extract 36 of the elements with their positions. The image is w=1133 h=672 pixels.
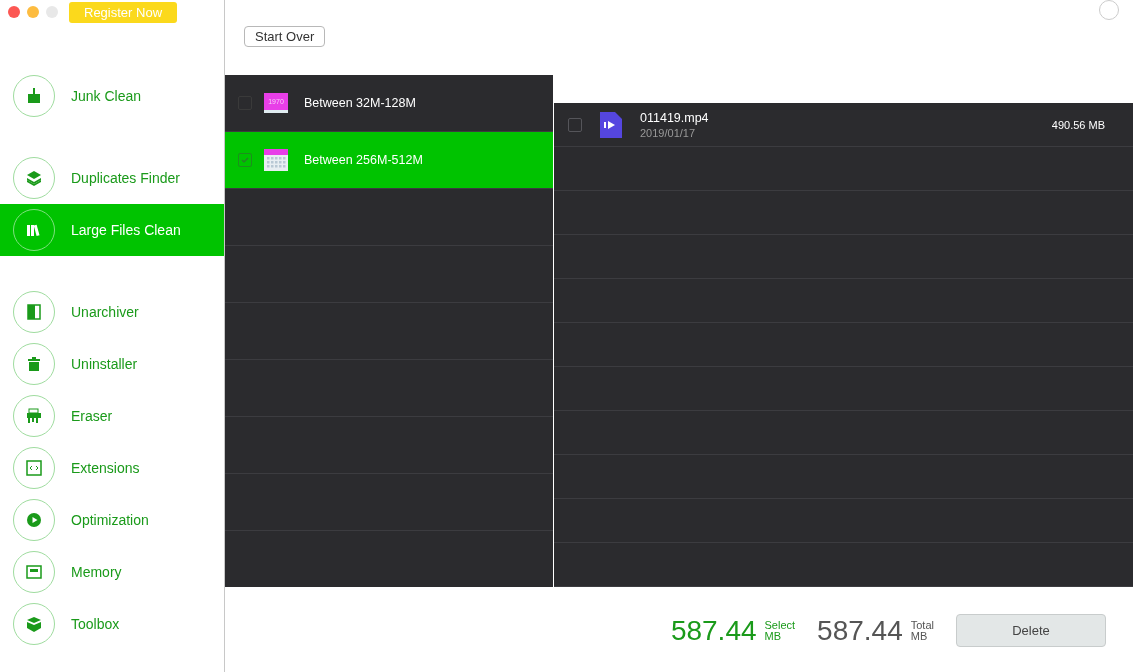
sidebar-item[interactable]: Junk Clean [0, 70, 224, 122]
shredder-icon [24, 406, 44, 426]
close-window-button[interactable] [8, 6, 20, 18]
video-file-icon [600, 111, 622, 138]
file-name: 011419.mp4 [640, 110, 710, 125]
code-window-icon [24, 458, 44, 478]
play-icon [24, 510, 44, 530]
sidebar-item[interactable]: Large Files Clean [0, 204, 224, 256]
file-date: 2019/01/17 [640, 126, 697, 139]
memory-chip-icon [24, 562, 44, 582]
total-size-value: 587.44 [817, 614, 903, 647]
sidebar-item[interactable]: Memory [0, 546, 224, 598]
box-icon [24, 614, 44, 634]
sidebar-item[interactable]: Uninstaller [0, 338, 224, 390]
door-icon [24, 302, 44, 322]
start-over-button[interactable]: Start Over [244, 26, 326, 47]
delete-button[interactable]: Delete [956, 614, 1106, 647]
calendar-icon [264, 149, 288, 171]
sidebar-item[interactable]: Eraser [0, 390, 224, 442]
total-unit: MB [910, 630, 929, 642]
checkbox[interactable] [238, 153, 252, 167]
checkbox[interactable] [568, 117, 582, 132]
selected-label: Select [764, 619, 796, 631]
file-size: 490.56 MB [1051, 118, 1105, 131]
selected-size-value: 587.44 [670, 614, 757, 647]
selected-unit: MB [764, 630, 783, 642]
minimize-window-button[interactable] [27, 6, 39, 18]
check-icon [240, 155, 250, 165]
sidebar-item[interactable]: Extensions [0, 442, 224, 494]
sidebar-item[interactable]: Optimization [0, 494, 224, 546]
sidebar-item[interactable]: Unarchiver [0, 286, 224, 338]
category-row[interactable]: Between 256M-512M [225, 132, 553, 189]
sidebar-item[interactable]: Toolbox [0, 598, 224, 650]
total-label: Total [910, 619, 934, 631]
sidebar-item[interactable]: Duplicates Finder [0, 152, 224, 204]
layers-icon [24, 168, 44, 188]
